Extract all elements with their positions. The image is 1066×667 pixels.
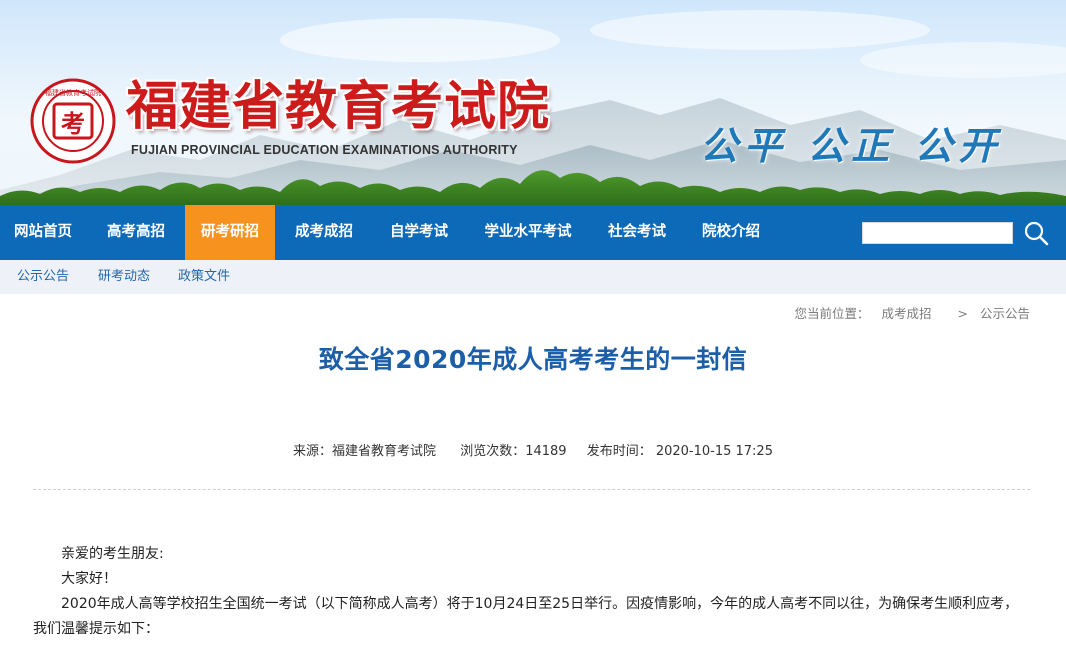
nav-item-xueye[interactable]: 学业水平考试 [470, 205, 586, 260]
breadcrumb-item-chengkao[interactable]: 成考成招 [882, 303, 932, 322]
article-source: 来源：福建省教育考试院 [293, 444, 437, 459]
seal-center-char: 考 [61, 109, 85, 138]
breadcrumb-prefix: 您当前位置： [794, 306, 870, 321]
subnav-item-policy[interactable]: 政策文件 [178, 260, 230, 294]
article-paragraph: 2020年成人高等学校招生全国统一考试（以下简称成人高考）将于10月24日至25… [33, 596, 1019, 637]
article-body: 亲爱的考生朋友: 大家好！ 2020年成人高等学校招生全国统一考试（以下简称成人… [33, 542, 1030, 642]
search-input[interactable] [862, 222, 1013, 244]
nav-item-home[interactable]: 网站首页 [0, 205, 86, 260]
meta-divider [33, 489, 1030, 490]
search-icon[interactable] [1022, 219, 1050, 247]
site-slogan: 公平 公正 公开 [700, 123, 1003, 168]
article-greeting: 亲爱的考生朋友: [61, 546, 164, 562]
article-meta: 来源：福建省教育考试院 浏览次数：14189 发布时间： 2020-10-15 … [0, 440, 1066, 459]
subnav-item-news[interactable]: 研考动态 [98, 260, 150, 294]
breadcrumb-item-notice[interactable]: 公示公告 [980, 303, 1030, 322]
seal-ring-text: 福建省教育考试院 [45, 88, 101, 97]
nav-item-yuanxiao[interactable]: 院校介绍 [686, 205, 776, 260]
site-banner: 福建省教育考试院 考 福建省教育考试院 FUJIAN PROVINCIAL ED… [0, 0, 1066, 205]
nav-item-yankao[interactable]: 研考研招 [185, 205, 275, 260]
breadcrumb-separator: > [957, 306, 968, 321]
sub-nav: 公示公告 研考动态 政策文件 [0, 260, 1066, 294]
nav-item-gaokao[interactable]: 高考高招 [92, 205, 180, 260]
site-title-english: FUJIAN PROVINCIAL EDUCATION EXAMINATIONS… [131, 143, 518, 157]
site-title: 福建省教育考试院 [126, 76, 551, 137]
article-views: 浏览次数：14189 [460, 444, 567, 459]
main-nav: 网站首页 高考高招 研考研招 成考成招 自学考试 学业水平考试 社会考试 院校介… [0, 205, 1066, 260]
subnav-item-notice[interactable]: 公示公告 [17, 260, 69, 294]
nav-item-chengkao[interactable]: 成考成招 [280, 205, 368, 260]
breadcrumb: 您当前位置： 成考成招 > 公示公告 [795, 303, 1030, 322]
nav-item-shehui[interactable]: 社会考试 [592, 205, 682, 260]
article-hello: 大家好！ [61, 571, 117, 587]
nav-item-zikao[interactable]: 自学考试 [374, 205, 464, 260]
article-title: 致全省2020年成人高考考生的一封信 [318, 345, 748, 374]
article-date: 发布时间： 2020-10-15 17:25 [586, 444, 773, 459]
institute-seal-logo: 福建省教育考试院 考 [30, 78, 116, 164]
